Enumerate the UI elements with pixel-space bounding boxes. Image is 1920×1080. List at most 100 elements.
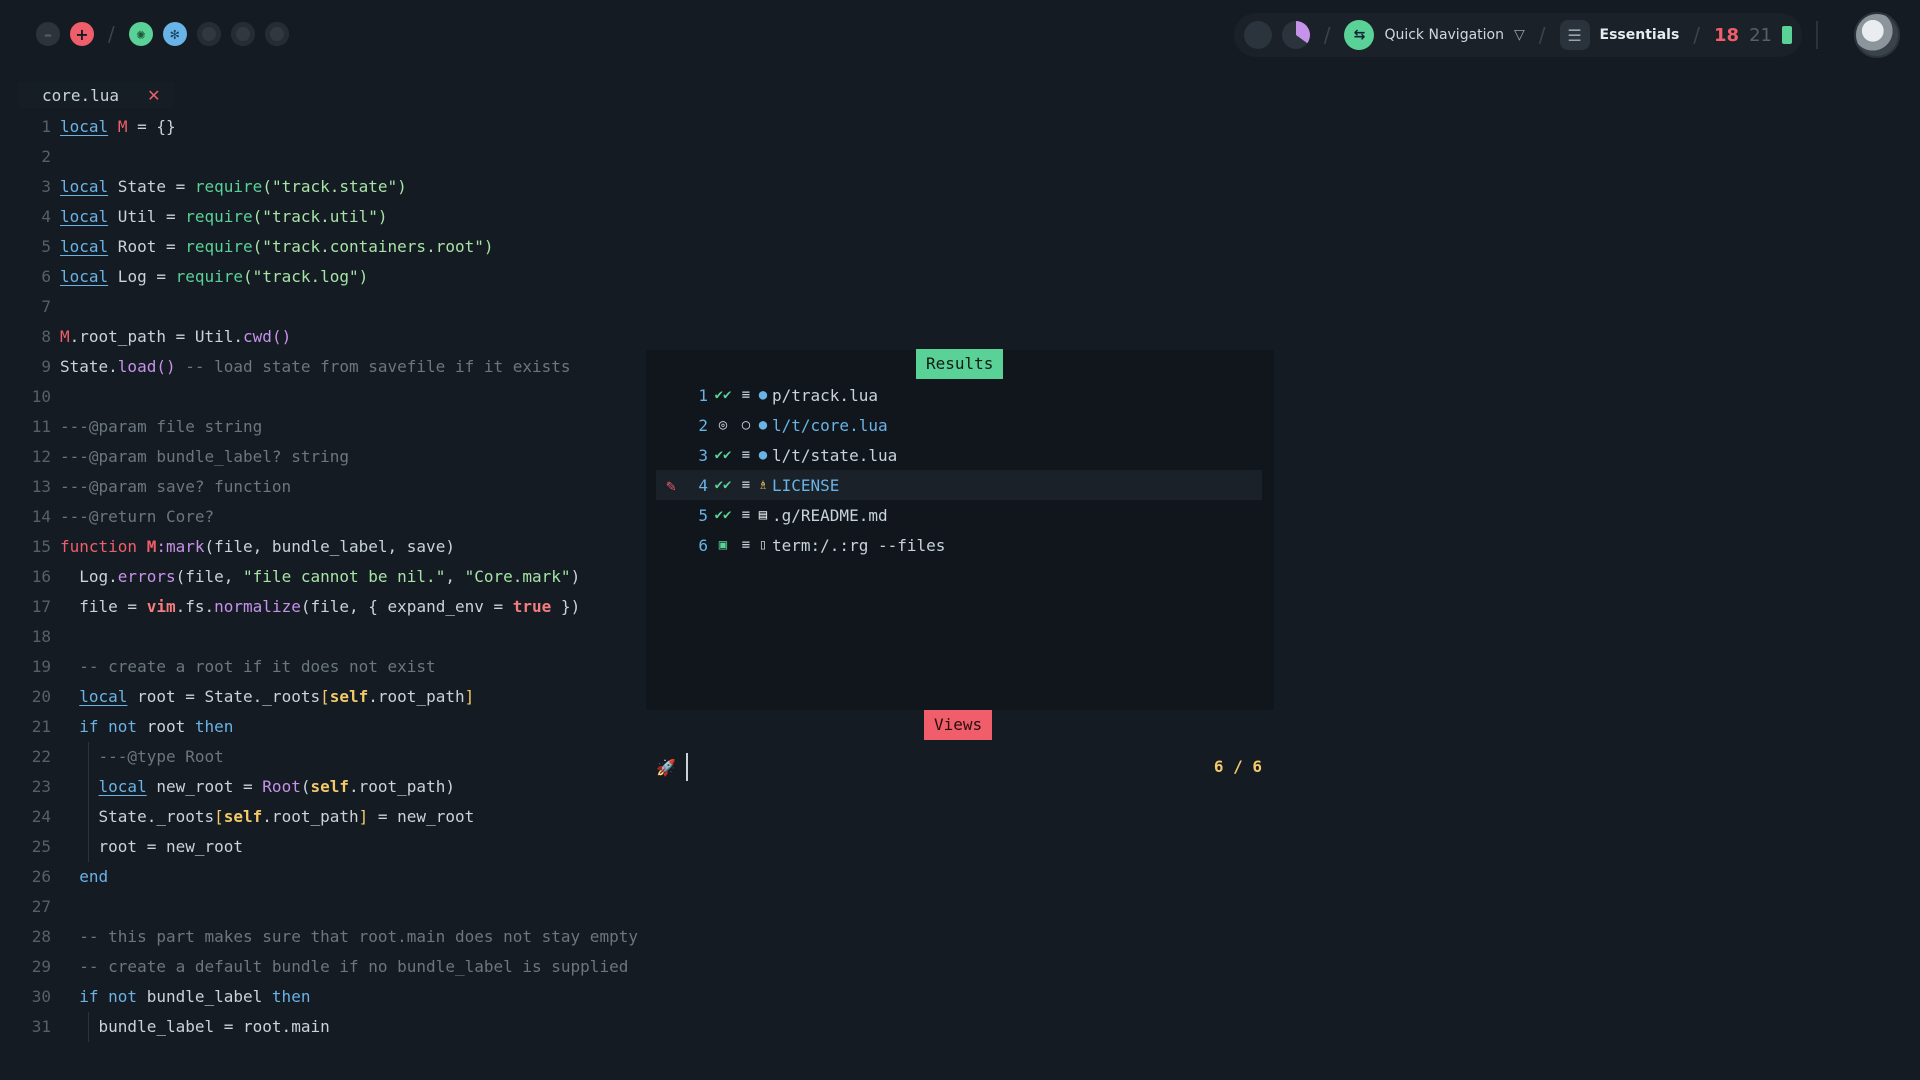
keyword: local xyxy=(60,117,109,136)
comment: -- load state from savefile if it exists xyxy=(175,357,571,376)
function-name: Root xyxy=(262,777,301,796)
code-text: .root_path) xyxy=(349,777,455,796)
workspace-1-icon[interactable]: ✺ xyxy=(128,22,153,46)
tab-filename: core.lua xyxy=(42,85,120,105)
line-number: 12 xyxy=(31,447,51,466)
code-line: 4 local Util = require("track.util") xyxy=(0,202,640,232)
line-number: 17 xyxy=(31,597,51,616)
code-line: 14 ---@return Core? xyxy=(0,502,640,532)
code-line: 13 ---@param save? function xyxy=(0,472,640,502)
mark-icon: ≡ xyxy=(741,447,751,463)
check-icon: ✔✔ xyxy=(714,387,732,403)
keyword: local xyxy=(60,237,109,256)
code-line: 11 ---@param file string xyxy=(0,412,640,442)
code-line: 19 -- create a root if it does not exist xyxy=(0,652,640,682)
result-index: 5 xyxy=(698,505,708,525)
top-bar: – + / ✺ ✻ / ⇆ Quick Navigation ▽ / ☰ Ess… xyxy=(0,0,1920,70)
workspace-5-icon[interactable] xyxy=(264,22,289,46)
mark-icon: ≡ xyxy=(741,387,751,403)
code-line: 29 -- create a default bundle if no bund… xyxy=(0,952,640,982)
comment: -- create a root if it does not exist xyxy=(60,657,436,676)
comment: -- this part makes sure that root.main d… xyxy=(60,927,638,946)
self-keyword: self xyxy=(310,777,349,796)
file-icon: ▯ xyxy=(758,537,768,553)
code-line: 30 if not bundle_label then xyxy=(0,982,640,1012)
code-text: }) xyxy=(551,597,581,616)
result-index: 4 xyxy=(698,475,708,495)
lua-file-icon: ● xyxy=(758,447,768,463)
code-line: 9 State.load() -- load state from savefil… xyxy=(0,352,640,382)
code-text: bundle_label xyxy=(137,987,272,1006)
search-prompt[interactable]: 🚀 6 / 6 xyxy=(656,752,1262,782)
result-item[interactable]: 5 ✔✔ ≡ ▤ .g/README.md xyxy=(656,500,1262,530)
mark-icon: ≡ xyxy=(741,537,751,553)
chevron-down-icon[interactable]: ▽ xyxy=(1514,27,1525,43)
close-icon[interactable]: ✕ xyxy=(147,86,160,105)
line-number: 13 xyxy=(31,477,51,496)
code-editor[interactable]: 1 local M = {} 2 3 local State = require("… xyxy=(0,112,640,1042)
boolean: true xyxy=(512,597,552,616)
line-number: 2 xyxy=(41,147,51,166)
minimize-button[interactable]: – xyxy=(36,22,60,46)
result-count: 6 / 6 xyxy=(1213,757,1262,776)
separator: / xyxy=(1693,23,1701,47)
code-text: root = State._roots xyxy=(127,687,321,706)
markdown-icon: ▤ xyxy=(758,507,768,523)
line-number: 1 xyxy=(41,117,51,136)
essentials-label[interactable]: Essentials xyxy=(1600,27,1680,43)
line-number: 26 xyxy=(31,867,51,886)
code-text: .root_path xyxy=(262,807,359,826)
result-item[interactable]: 3 ✔✔ ≡ ● l/t/state.lua xyxy=(656,440,1262,470)
comment: ---@type Root xyxy=(60,747,224,766)
line-number: 4 xyxy=(41,207,51,226)
result-item-selected[interactable]: ✎ 4 ✔✔ ≡ ♗ LICENSE xyxy=(656,470,1262,500)
code-line: 10 xyxy=(0,382,640,412)
comment: -- create a default bundle if no bundle_… xyxy=(60,957,629,976)
result-item[interactable]: 2 ◎ ○ ● l/t/core.lua xyxy=(656,410,1262,440)
file-tab[interactable]: core.lua ✕ xyxy=(18,82,175,108)
battery-icon xyxy=(1782,26,1792,44)
result-item[interactable]: 1 ✔✔ ≡ ● p/track.lua xyxy=(656,380,1262,410)
comment: ---@return Core? xyxy=(60,507,215,526)
terminal-icon: ▣ xyxy=(718,537,728,553)
string: ("track.log") xyxy=(243,267,369,286)
add-button[interactable]: + xyxy=(70,22,94,46)
quick-navigation-icon[interactable]: ⇆ xyxy=(1344,20,1375,50)
quick-navigation-label[interactable]: Quick Navigation xyxy=(1384,27,1504,43)
code-line: 8 M.root_path = Util.cwd() xyxy=(0,322,640,352)
check-icon: ✔✔ xyxy=(714,507,732,523)
keyword: local xyxy=(60,207,109,226)
result-name: p/track.lua xyxy=(772,385,878,405)
code-line: 22 ---@type Root xyxy=(0,742,640,772)
result-item[interactable]: 6 ▣ ≡ ▯ term:/.:rg --files xyxy=(656,530,1262,560)
workspace-3-icon[interactable] xyxy=(196,22,221,46)
code-line: 6 local Log = require("track.log") xyxy=(0,262,640,292)
line-number: 11 xyxy=(31,417,51,436)
workspace-4-icon[interactable] xyxy=(230,22,255,46)
code-line: 2 xyxy=(0,142,640,172)
views-title: Views xyxy=(924,710,993,740)
menu-icon[interactable]: ☰ xyxy=(1559,20,1590,50)
workspace-2-icon[interactable]: ✻ xyxy=(162,22,187,46)
line-number: 21 xyxy=(31,717,51,736)
identifier: M xyxy=(137,537,157,556)
line-number: 16 xyxy=(31,567,51,586)
line-number: 30 xyxy=(31,987,51,1006)
bracket: [ xyxy=(320,687,330,706)
method-name: load xyxy=(117,357,157,376)
divider xyxy=(1816,21,1818,49)
line-number: 5 xyxy=(41,237,51,256)
progress-ring-icon[interactable] xyxy=(1281,21,1310,49)
indicator-icon[interactable] xyxy=(1243,21,1272,49)
code-line: 24 State._roots[self.root_path] = new_ro… xyxy=(0,802,640,832)
result-name: l/t/state.lua xyxy=(772,445,898,465)
line-number: 20 xyxy=(31,687,51,706)
code-line: 28 -- this part makes sure that root.mai… xyxy=(0,922,640,952)
line-number: 14 xyxy=(31,507,51,526)
avatar[interactable] xyxy=(1854,12,1900,58)
string: "file cannot be nil." xyxy=(243,567,446,586)
keyword: function xyxy=(60,537,138,556)
line-number: 19 xyxy=(31,657,51,676)
line-number: 6 xyxy=(41,267,51,286)
result-index: 2 xyxy=(698,415,708,435)
